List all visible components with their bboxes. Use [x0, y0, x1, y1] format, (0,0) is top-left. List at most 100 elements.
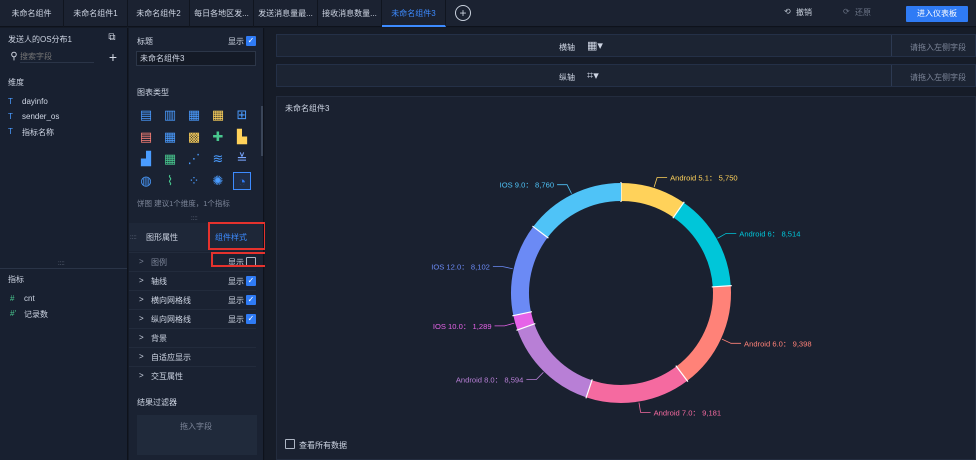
slice-label-line [492, 266, 513, 270]
section-row[interactable]: > 轴线 显示 ✓ [129, 271, 256, 290]
tab-component-0[interactable]: 未命名组件 [0, 0, 64, 27]
property-panel: 标题 显示 ✓ 图表类型 ▤ ▥ ▦ ▦ ⊞ ▤ ▦ ▩ ✚ ▙ ▟ ▦ ⋰ ≋ ≚ ◍ ⌇ ⁘ ✺ ◔ 饼图 建议1… [129, 28, 275, 460]
chart-type-option-icon[interactable]: ▩ [185, 128, 203, 146]
section-row[interactable]: > 背景 [129, 328, 256, 347]
slice-data-label: Android 6.0： 9,398 [744, 339, 812, 348]
slice-data-label: Android 7.0： 9,181 [654, 408, 722, 417]
section-row[interactable]: > 自适应显示 [129, 347, 256, 366]
resize-handle[interactable]: :::: [58, 261, 65, 267]
pie-slice[interactable] [513, 311, 535, 331]
redo-button[interactable]: 还原 [855, 7, 871, 18]
chart-type-option-icon[interactable]: ▤ [137, 128, 155, 146]
chart-type-option-icon[interactable]: ✚ [209, 128, 227, 146]
section-label: 背景 [151, 334, 167, 343]
dimension-item[interactable]: dayinfo [22, 97, 48, 106]
pie-slice[interactable] [673, 202, 731, 288]
chevron-right-icon: > [139, 314, 144, 323]
divider [891, 35, 892, 56]
slice-data-label: Android 6： 8,514 [739, 229, 800, 238]
tab-daily-region[interactable]: 每日各地区发... [190, 0, 254, 27]
switch-dataset-icon[interactable]: ⧉ [105, 32, 119, 44]
section-show-checkbox[interactable]: ✓ [246, 276, 256, 286]
view-all-label[interactable]: 查看所有数据 [299, 440, 347, 451]
pie-slice[interactable] [586, 366, 688, 403]
chart-type-option-icon[interactable]: ✺ [209, 172, 227, 190]
slice-label-line [717, 232, 737, 239]
section-show-checkbox[interactable]: ✓ [246, 314, 256, 324]
add-tab-button[interactable]: + [455, 5, 471, 21]
style-sections: > 图例 显示 > 轴线 显示 ✓ > 横向网格线 显示 ✓ > 纵向网格线 显示 ✓ > 背景 > 自适应显示 > 交… [129, 252, 263, 392]
view-all-checkbox[interactable] [285, 439, 295, 449]
redo-icon[interactable]: ⟳ [843, 7, 850, 16]
tab-send-volume[interactable]: 发送消息量最... [254, 0, 318, 27]
x-axis-shelf[interactable]: 横轴 ▦▾ 请拖入左侧字段 [276, 34, 976, 57]
dim-type-icon: T [8, 112, 13, 121]
section-label: 交互属性 [151, 372, 183, 381]
y-axis-label: 纵轴 [559, 73, 575, 82]
chart-type-label: 图表类型 [137, 88, 169, 97]
section-show-label: 显示 [228, 296, 244, 305]
chart-type-option-icon[interactable]: ◔ [233, 172, 251, 190]
section-row[interactable]: > 纵向网格线 显示 ✓ [129, 309, 256, 328]
dimension-item[interactable]: 指标名称 [22, 127, 54, 138]
pie-slice[interactable] [511, 226, 548, 316]
chart-type-option-icon[interactable]: ⋰ [185, 150, 203, 168]
chart-type-option-icon[interactable]: ▦ [185, 106, 203, 124]
section-show-checkbox[interactable]: ✓ [246, 295, 256, 305]
chart-type-option-icon[interactable]: ▤ [137, 106, 155, 124]
chart-type-option-icon[interactable]: ▦ [209, 106, 227, 124]
filter-drop-zone[interactable]: 拖入字段 [137, 415, 257, 455]
title-show-checkbox[interactable]: ✓ [246, 36, 256, 46]
drag-handle[interactable]: :::: [130, 235, 137, 241]
tab-component-3[interactable]: 未命名组件3 [382, 0, 446, 27]
pie-slice[interactable] [676, 285, 731, 381]
slice-label-line [721, 338, 742, 344]
resize-handle[interactable]: :::: [191, 216, 198, 222]
chart-type-option-icon[interactable]: ≚ [233, 150, 251, 168]
section-row[interactable]: > 交互属性 [129, 366, 256, 385]
tab-receive-count[interactable]: 接收消息数量... [318, 0, 382, 27]
slice-data-label: Android 8.0： 8,594 [456, 375, 524, 384]
tab-graphic-props[interactable]: 图形属性 [146, 232, 178, 243]
dimension-item[interactable]: sender_os [22, 112, 59, 121]
bar-chart-icon[interactable]: ▦▾ [587, 39, 603, 52]
title-input[interactable] [136, 51, 256, 66]
chart-type-option-icon[interactable]: ▦ [161, 150, 179, 168]
chart-type-option-icon[interactable]: ▟ [137, 150, 155, 168]
chevron-right-icon: > [139, 352, 144, 361]
undo-button[interactable]: 撤销 [796, 7, 812, 18]
chart-type-option-icon[interactable]: ▙ [233, 128, 251, 146]
chart-type-option-icon[interactable]: ⊞ [233, 106, 251, 124]
x-axis-label: 横轴 [559, 43, 575, 52]
pie-slice[interactable] [533, 183, 622, 238]
measure-item[interactable]: 记录数 [24, 309, 48, 320]
chart-type-option-icon[interactable]: ▦ [161, 128, 179, 146]
chevron-right-icon: > [139, 295, 144, 304]
title-label: 标题 [137, 37, 153, 46]
section-row[interactable]: > 横向网格线 显示 ✓ [129, 290, 256, 309]
scrollbar[interactable] [261, 106, 263, 156]
add-field-icon[interactable]: + [106, 50, 120, 64]
chart-type-option-icon[interactable]: ≋ [209, 150, 227, 168]
undo-icon[interactable]: ⟲ [784, 7, 791, 16]
title-show-label: 显示 [228, 37, 244, 46]
slice-label-line [638, 402, 651, 413]
chart-type-option-icon[interactable]: ⁘ [185, 172, 203, 190]
slice-data-label: Android 5.1： 5,750 [670, 174, 738, 183]
measure-item[interactable]: cnt [24, 294, 35, 303]
line-chart-icon[interactable]: ⌗▾ [587, 69, 599, 83]
divider [0, 268, 127, 269]
tab-component-1[interactable]: 未命名组件1 [64, 0, 128, 27]
field-search-input[interactable] [20, 50, 94, 63]
section-label: 图例 [151, 258, 167, 267]
measure-type-icon: # [10, 294, 15, 303]
chart-hint: 饼图 建议1个维度，1个指标 [137, 199, 230, 208]
chart-type-option-icon[interactable]: ▥ [161, 106, 179, 124]
tab-component-2[interactable]: 未命名组件2 [128, 0, 190, 27]
chart-type-option-icon[interactable]: ◍ [137, 172, 155, 190]
y-axis-shelf[interactable]: 纵轴 ⌗▾ 请拖入左侧字段 [276, 64, 976, 87]
chart-type-option-icon[interactable]: ⌇ [161, 172, 179, 190]
slice-label-line [526, 372, 544, 380]
pie-slice[interactable] [620, 183, 684, 218]
enter-dashboard-button[interactable]: 进入仪表板 [906, 6, 968, 22]
